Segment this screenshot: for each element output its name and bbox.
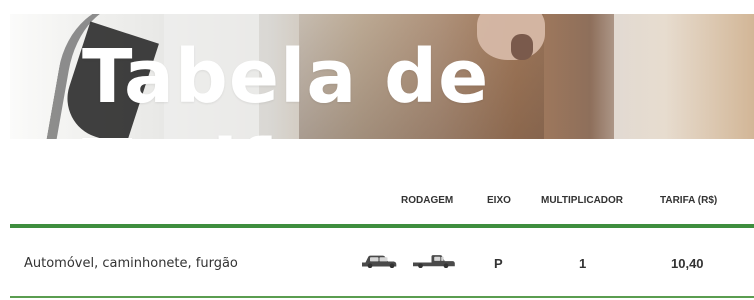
table-header: RODAGEM EIXO MULTIPLICADOR TARIFA (R$) xyxy=(0,185,754,215)
page-title: Tabela de Tarifas xyxy=(82,34,490,139)
header-rodagem: RODAGEM xyxy=(401,195,454,206)
pickup-truck-icon xyxy=(413,255,455,268)
header-eixo: EIXO xyxy=(487,195,511,206)
tarifa-value: 10,40 xyxy=(671,256,704,271)
hero-banner: Tabela de Tarifas xyxy=(10,14,754,139)
table-divider-bottom xyxy=(10,296,754,298)
car-icon xyxy=(362,255,397,268)
vehicle-label: Automóvel, caminhonete, furgão xyxy=(24,256,238,271)
eixo-value: P xyxy=(494,256,503,271)
table-row: Automóvel, caminhonete, furgão P 1 10,40 xyxy=(0,228,754,296)
multiplicador-value: 1 xyxy=(579,256,587,271)
header-multiplicador: MULTIPLICADOR xyxy=(541,195,624,206)
header-tarifa: TARIFA (R$) xyxy=(660,195,718,206)
